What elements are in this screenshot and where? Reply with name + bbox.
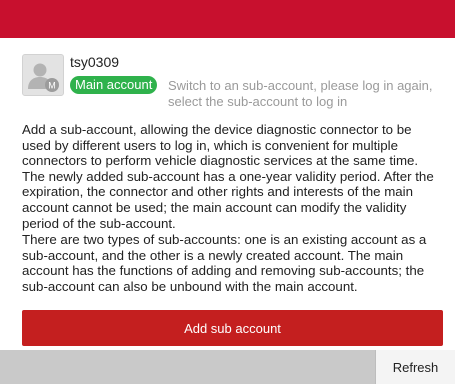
username: tsy0309 <box>70 54 120 70</box>
switch-account-hint: Switch to an sub-account, please log in … <box>168 78 433 109</box>
user-avatar-icon: M <box>22 54 64 96</box>
refresh-button[interactable]: Refresh <box>375 350 455 384</box>
main-account-badge: Main account <box>70 76 158 94</box>
avatar-badge-letter: M <box>48 81 56 91</box>
bottom-toolbar: Refresh <box>0 350 455 384</box>
add-sub-account-button[interactable]: Add sub account <box>22 310 443 346</box>
description-paragraph-types: There are two types of sub-accounts: one… <box>22 232 427 294</box>
account-info: M tsy0309 Main account Switch to an sub-… <box>22 54 442 114</box>
description-paragraph-validity: Add a sub-account, allowing the device d… <box>22 122 434 231</box>
title-bar <box>0 0 455 38</box>
